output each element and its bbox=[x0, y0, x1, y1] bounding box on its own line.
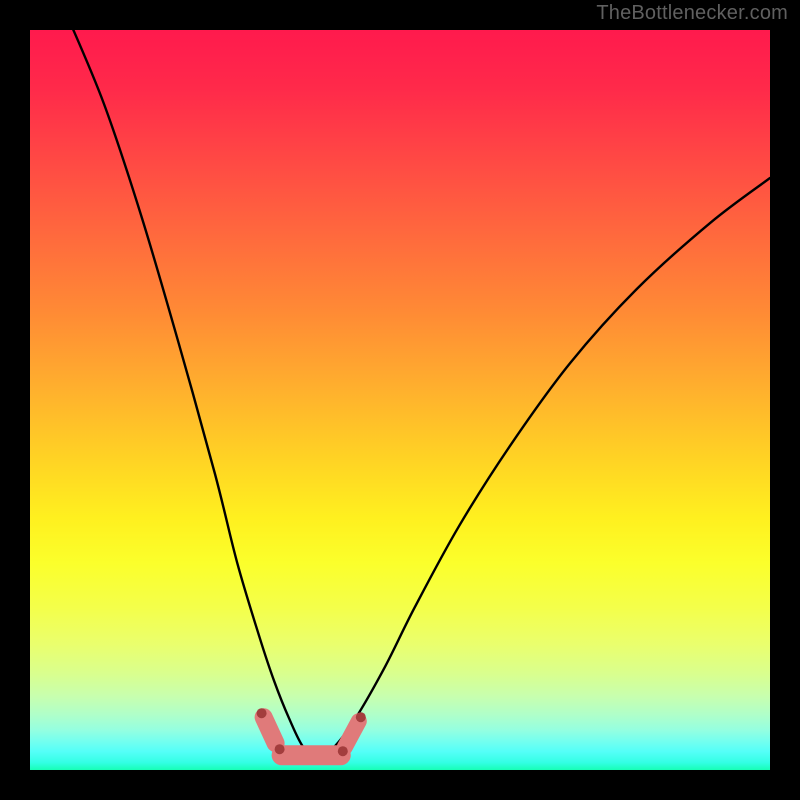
optimal-band bbox=[257, 708, 366, 756]
plot-area bbox=[30, 30, 770, 770]
bottleneck-curve bbox=[67, 30, 770, 755]
chart-svg bbox=[30, 30, 770, 770]
watermark-text: TheBottlenecker.com bbox=[596, 2, 788, 25]
chart-frame: TheBottlenecker.com bbox=[0, 0, 800, 800]
